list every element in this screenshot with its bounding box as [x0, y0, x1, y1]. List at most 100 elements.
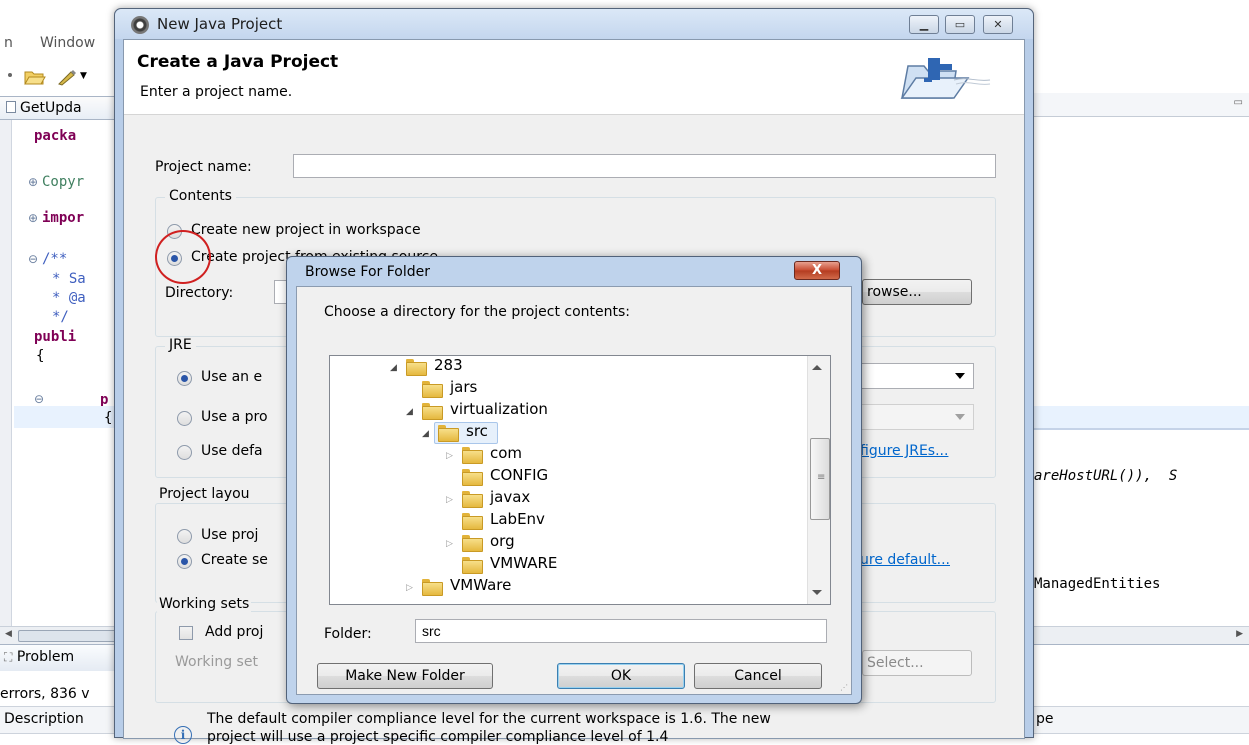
code-line: */ — [52, 309, 69, 325]
fold-collapse-icon[interactable]: ⊖ — [34, 392, 44, 406]
scrollbar-thumb[interactable]: ≡ — [810, 438, 830, 520]
radio-jre-project-specific[interactable] — [177, 411, 192, 426]
collapsed-triangle-icon[interactable]: ▷ — [446, 451, 453, 461]
info-icon: i — [174, 726, 192, 744]
add-to-working-set-checkbox[interactable] — [179, 626, 193, 640]
menu-item-window[interactable]: Window — [40, 35, 95, 51]
wizard-subtitle: Enter a project name. — [140, 84, 293, 100]
radio-layout-project-folder[interactable] — [177, 529, 192, 544]
open-folder-icon[interactable] — [24, 68, 46, 85]
ok-button[interactable]: OK — [557, 663, 685, 689]
close-icon[interactable]: ✕ — [983, 15, 1013, 34]
code-line: { — [36, 348, 45, 364]
project-name-label: Project name: — [155, 159, 252, 175]
folder-label: Folder: — [324, 626, 372, 642]
problems-summary: errors, 836 v — [0, 686, 90, 702]
folder-icon — [462, 491, 483, 508]
wizard-header: Create a Java Project Enter a project na… — [124, 40, 1024, 115]
folder-icon — [406, 359, 427, 376]
folder-icon — [438, 425, 459, 442]
editor-hscrollbar[interactable]: ◀ — [0, 626, 130, 644]
close-icon[interactable]: X — [794, 261, 840, 280]
radio-layout-project-folder-label[interactable]: Use proj — [201, 527, 258, 543]
collapsed-triangle-icon[interactable]: ▷ — [446, 539, 453, 549]
menu-item-n[interactable]: n — [4, 35, 13, 51]
java-file-icon — [6, 101, 16, 113]
expanded-triangle-icon[interactable]: ◢ — [390, 363, 397, 373]
execution-env-select[interactable] — [844, 363, 974, 389]
fold-expand-icon[interactable]: ⊕ — [28, 211, 38, 225]
contents-group-label: Contents — [165, 188, 236, 204]
code-line: * @a — [52, 290, 86, 306]
configure-jres-link[interactable]: figure JREs... — [860, 443, 948, 459]
folder-icon — [462, 447, 483, 464]
folder-input[interactable] — [415, 619, 827, 643]
radio-jre-default-label[interactable]: Use defa — [201, 443, 263, 459]
code-line: /** — [42, 251, 68, 267]
radio-layout-separate-folders[interactable] — [177, 554, 192, 569]
column-type[interactable]: pe — [1036, 711, 1054, 727]
current-line-highlight — [14, 406, 130, 428]
folder-icon — [422, 403, 443, 420]
code-line: Copyr — [42, 174, 85, 190]
radio-new-project-label[interactable]: Create new project in workspace — [191, 222, 421, 238]
editor-ruler — [0, 120, 12, 640]
expanded-triangle-icon[interactable]: ◢ — [422, 429, 429, 439]
code-line: publi — [34, 329, 77, 345]
column-description[interactable]: Description — [4, 711, 84, 727]
radio-jre-execution-env-label[interactable]: Use an e — [201, 369, 262, 385]
radio-jre-project-specific-label[interactable]: Use a pro — [201, 409, 268, 425]
toolbar-dot-icon[interactable] — [4, 68, 24, 84]
maximize-button[interactable]: ▭ — [945, 15, 975, 34]
fold-expand-icon[interactable]: ⊕ — [28, 175, 38, 189]
editor-tab[interactable]: GetUpda — [0, 96, 125, 120]
directory-label: Directory: — [165, 285, 234, 301]
code-line: * Sa — [52, 271, 86, 287]
right-view-header: ▭ — [1032, 93, 1249, 117]
radio-jre-default[interactable] — [177, 445, 192, 460]
browse-prompt: Choose a directory for the project conte… — [324, 304, 631, 320]
scroll-up-icon[interactable] — [812, 365, 822, 370]
add-to-working-set-label[interactable]: Add proj — [205, 624, 263, 640]
wizard-title: Create a Java Project — [137, 52, 339, 72]
select-working-sets-button[interactable]: Select... — [862, 650, 972, 676]
collapsed-triangle-icon[interactable]: ▷ — [446, 495, 453, 505]
collapsed-triangle-icon[interactable]: ▷ — [406, 583, 413, 593]
make-new-folder-button[interactable]: Make New Folder — [317, 663, 493, 689]
minimize-button[interactable]: ▁ — [909, 15, 939, 34]
problems-tab[interactable]: ⛶ Problem — [0, 645, 130, 671]
resize-grip-icon[interactable]: ⋰ — [840, 683, 848, 692]
code-line: ManagedEntities — [1034, 576, 1161, 592]
chevron-down-icon — [955, 414, 965, 420]
java-project-folder-icon — [894, 54, 994, 106]
problems-icon: ⛶ — [4, 650, 13, 664]
scrollbar-thumb[interactable] — [18, 630, 128, 642]
browse-dialog-title: Browse For Folder — [305, 264, 431, 280]
pen-icon[interactable] — [56, 68, 76, 86]
editor-hscrollbar-right[interactable]: ▶ — [1032, 626, 1249, 644]
folder-tree[interactable]: ◢ 283 jars ◢ virtualization ◢ src ▷ com … — [329, 355, 831, 605]
expanded-triangle-icon[interactable]: ◢ — [406, 407, 413, 417]
dialog-titlebar[interactable]: New Java Project ▁ ▭ ✕ — [115, 9, 1033, 39]
code-line: areHostURL()), S — [1034, 468, 1178, 484]
working-sets-field-label: Working set — [175, 654, 258, 670]
jre-select[interactable] — [844, 404, 974, 430]
code-line: { — [104, 410, 113, 426]
browse-button[interactable]: rowse... — [862, 279, 972, 305]
menu-bar: n Window — [0, 30, 130, 58]
dropdown-arrow-icon[interactable]: ▼ — [80, 68, 100, 84]
cancel-button[interactable]: Cancel — [694, 663, 822, 689]
folder-icon — [422, 381, 443, 398]
fold-collapse-icon[interactable]: ⊖ — [28, 252, 38, 266]
configure-default-link[interactable]: ure default... — [860, 552, 950, 568]
scroll-down-icon[interactable] — [812, 590, 822, 595]
dialog-title: New Java Project — [157, 15, 283, 33]
working-sets-group-label: Working sets — [157, 596, 252, 612]
compliance-info-text-2: project will use a project specific comp… — [207, 729, 669, 745]
folder-icon — [462, 513, 483, 530]
radio-layout-separate-folders-label[interactable]: Create se — [201, 552, 268, 568]
radio-jre-execution-env[interactable] — [177, 371, 192, 386]
compliance-info-text: The default compiler compliance level fo… — [207, 711, 771, 727]
tree-vscrollbar[interactable]: ≡ — [807, 356, 830, 604]
project-name-input[interactable] — [293, 154, 996, 178]
